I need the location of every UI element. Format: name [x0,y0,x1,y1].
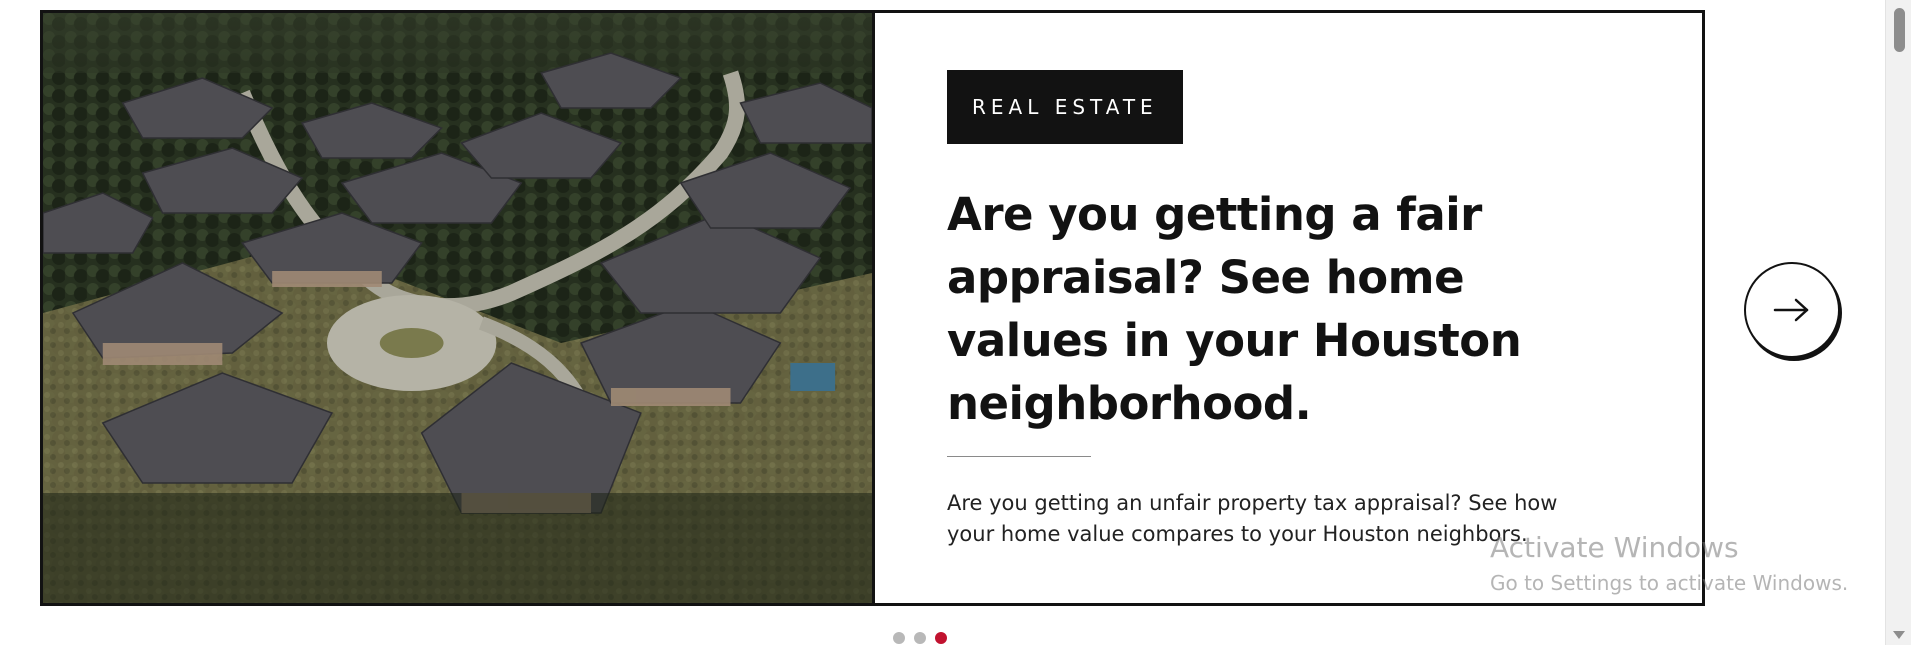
vertical-scrollbar[interactable] [1885,0,1911,645]
scrollbar-thumb[interactable] [1894,8,1905,52]
divider [947,456,1091,457]
story-dek: Are you getting an unfair property tax a… [947,491,1558,546]
category-tag[interactable]: REAL ESTATE [947,70,1183,144]
carousel-dot-3[interactable] [935,632,947,644]
arrow-right-icon [1773,298,1809,322]
next-slide-button[interactable] [1744,262,1840,358]
carousel-dot-2[interactable] [914,632,926,644]
story-photo[interactable] [43,13,875,603]
scroll-down-icon[interactable] [1893,631,1905,639]
story-content: REAL ESTATE Are you getting a fair appra… [875,13,1702,603]
carousel-dot-1[interactable] [893,632,905,644]
page: REAL ESTATE Are you getting a fair appra… [0,0,1911,645]
story-headline[interactable]: Are you getting a fair appraisal? See ho… [947,183,1627,435]
story-card: REAL ESTATE Are you getting a fair appra… [40,10,1705,606]
carousel-dots [893,632,947,644]
aerial-neighborhood-photo [43,13,872,603]
